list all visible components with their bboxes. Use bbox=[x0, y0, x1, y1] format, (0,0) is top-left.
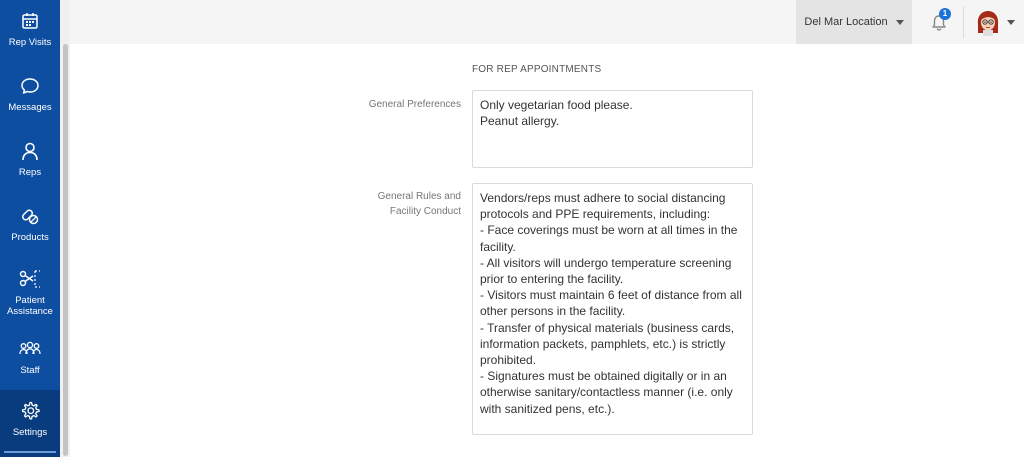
sidebar-item-settings[interactable]: Settings bbox=[0, 390, 60, 457]
general-rules-field[interactable]: Vendors/reps must adhere to social dista… bbox=[472, 183, 753, 435]
header-divider bbox=[963, 6, 964, 38]
sidebar-scrollbar-thumb[interactable] bbox=[63, 44, 68, 456]
sidebar: Rep Visits Messages Reps Products Patien… bbox=[0, 0, 60, 457]
field-label-general-preferences: General Preferences bbox=[368, 99, 461, 110]
person-icon bbox=[19, 140, 41, 162]
location-label: Del Mar Location bbox=[804, 16, 888, 28]
sidebar-item-patient-assistance[interactable]: Patient Assistance bbox=[0, 258, 60, 320]
sidebar-item-label: Reps bbox=[18, 167, 42, 178]
sidebar-item-rep-visits[interactable]: Rep Visits bbox=[0, 0, 60, 62]
calendar-icon bbox=[19, 10, 41, 32]
group-icon bbox=[19, 338, 41, 360]
gear-icon bbox=[19, 400, 41, 422]
sidebar-item-messages[interactable]: Messages bbox=[0, 65, 60, 127]
pills-icon bbox=[19, 205, 41, 227]
scissors-coupon-icon bbox=[19, 268, 41, 290]
top-bar: Del Mar Location 1 bbox=[70, 0, 1024, 44]
sidebar-item-label: Patient Assistance bbox=[7, 295, 53, 317]
sidebar-item-label: Messages bbox=[8, 102, 52, 113]
notification-badge: 1 bbox=[939, 8, 951, 20]
sidebar-item-label: Staff bbox=[20, 365, 40, 376]
section-title: FOR REP APPOINTMENTS bbox=[472, 64, 602, 75]
field-label-general-rules: General Rules and Facility Conduct bbox=[377, 191, 461, 217]
sidebar-item-label: Rep Visits bbox=[8, 37, 52, 48]
sidebar-item-label: Products bbox=[11, 232, 49, 243]
chevron-down-icon bbox=[895, 19, 904, 25]
chevron-down-icon[interactable] bbox=[1007, 20, 1015, 25]
sidebar-item-label: Settings bbox=[12, 427, 48, 438]
general-preferences-field[interactable]: Only vegetarian food please. Peanut alle… bbox=[472, 90, 753, 168]
chat-bubble-icon bbox=[19, 75, 41, 97]
sidebar-item-products[interactable]: Products bbox=[0, 195, 60, 257]
avatar[interactable] bbox=[974, 8, 1002, 36]
sidebar-item-reps[interactable]: Reps bbox=[0, 130, 60, 192]
sidebar-item-staff[interactable]: Staff bbox=[0, 328, 60, 390]
location-dropdown[interactable]: Del Mar Location bbox=[796, 0, 912, 44]
